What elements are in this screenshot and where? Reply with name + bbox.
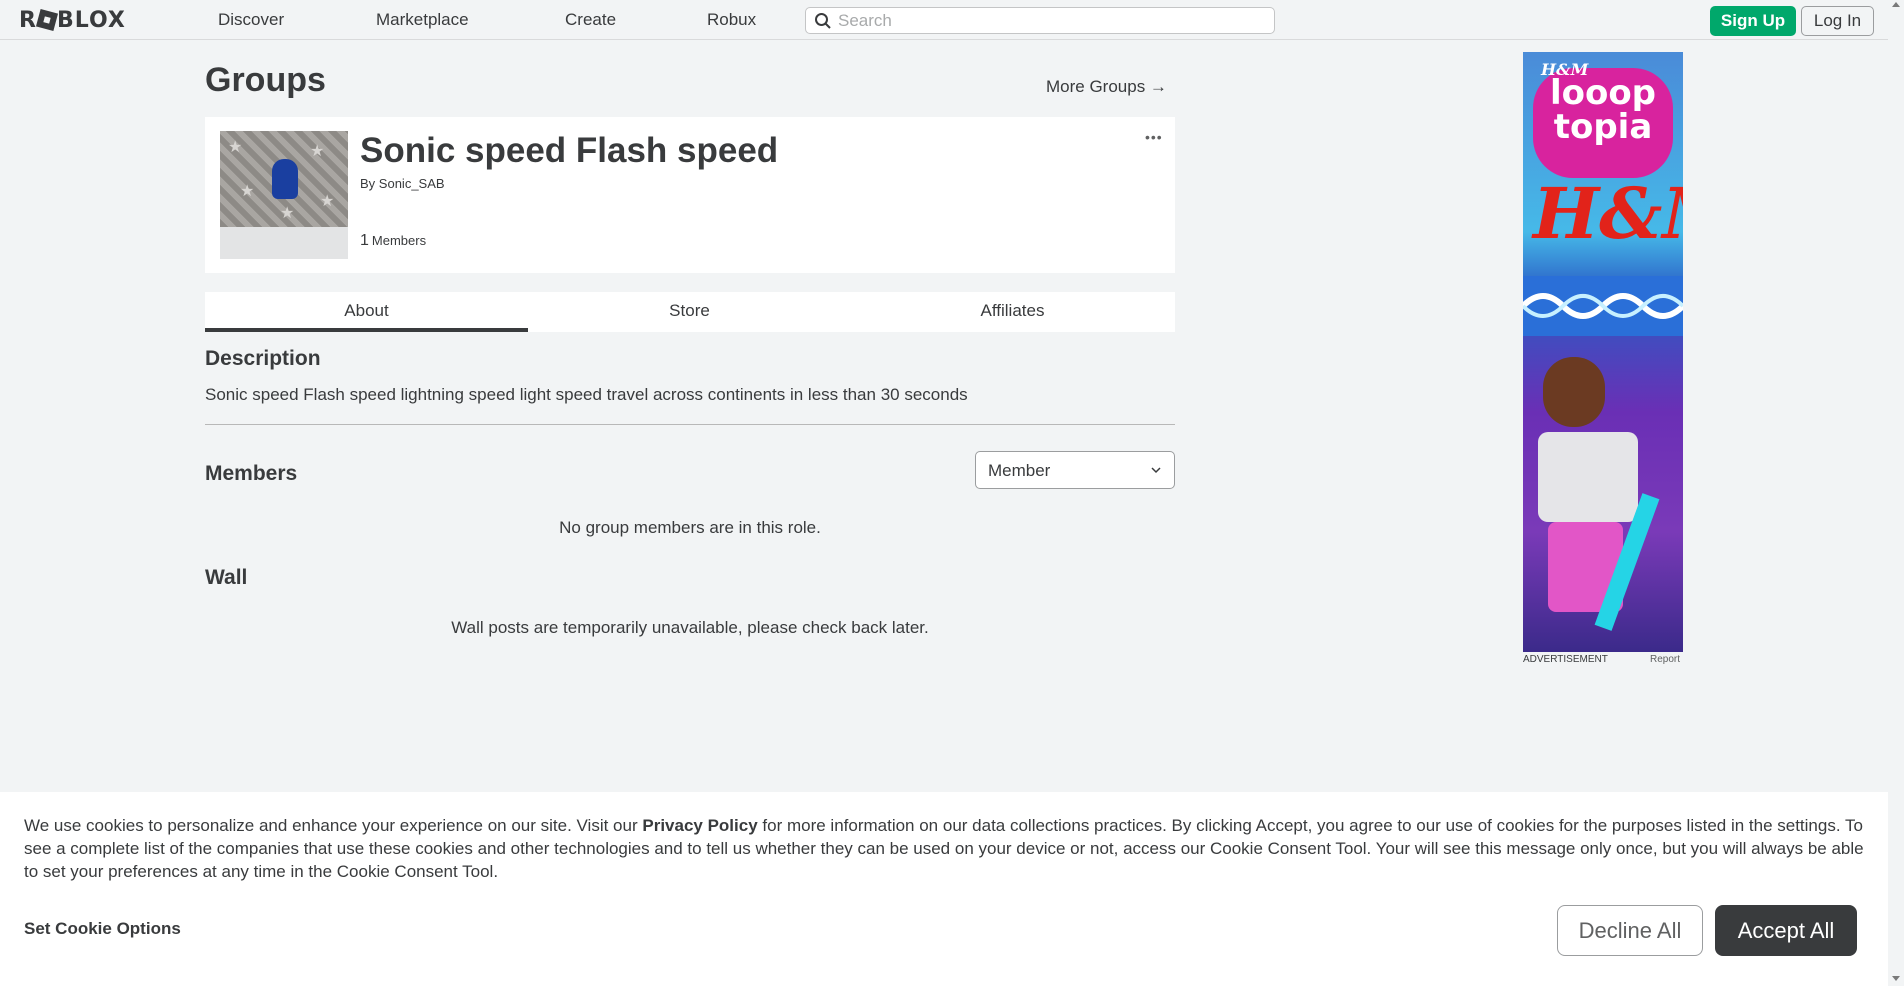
search-box [805, 7, 1275, 34]
members-title: Members [205, 462, 298, 485]
ad-label: ADVERTISEMENT [1523, 654, 1608, 665]
more-groups-link[interactable]: More Groups → [1046, 77, 1167, 97]
ad-brand-text: looop topia [1549, 73, 1657, 147]
chevron-down-icon [1151, 467, 1161, 474]
star-icon: ★ [320, 193, 335, 210]
login-button[interactable]: Log In [1801, 6, 1874, 36]
accept-all-button[interactable]: Accept All [1715, 905, 1857, 956]
nav-robux[interactable]: Robux [707, 10, 756, 30]
group-owner-line: By Sonic_SAB [360, 176, 445, 191]
group-description: Sonic speed Flash speed lightning speed … [205, 385, 968, 404]
group-header-card: ★ ★ ★ ★ ★ Sonic speed Flash speed By Son… [205, 117, 1175, 273]
member-count: 1 Members [360, 232, 426, 250]
group-tabs: About Store Affiliates [205, 292, 1175, 332]
divider [205, 424, 1175, 425]
ad-report-link[interactable]: Report [1650, 654, 1680, 665]
ad-hm-logo: H&M [1533, 172, 1683, 255]
group-owner-link[interactable]: Sonic_SAB [379, 176, 445, 191]
logo-o-icon [35, 8, 58, 32]
tab-store[interactable]: Store [528, 292, 851, 332]
members-empty-message: No group members are in this role. [559, 518, 821, 537]
star-icon: ★ [240, 183, 255, 200]
star-icon: ★ [280, 205, 295, 222]
search-input[interactable] [838, 10, 1258, 31]
by-prefix: By [360, 176, 376, 191]
ad-logo-blob: looop topia [1533, 68, 1673, 178]
role-select-value: Member [988, 461, 1051, 480]
search-icon[interactable] [814, 12, 832, 30]
ad-wave-graphic [1523, 276, 1683, 336]
member-count-value: 1 [360, 232, 369, 249]
nav-marketplace[interactable]: Marketplace [376, 10, 469, 30]
scroll-down-arrow-icon[interactable] [1892, 976, 1900, 981]
wall-empty-message: Wall posts are temporarily unavailable, … [451, 618, 929, 637]
privacy-policy-link[interactable]: Privacy Policy [642, 816, 757, 835]
role-select[interactable]: Member [975, 451, 1175, 489]
nav-discover[interactable]: Discover [218, 10, 284, 30]
scrollbar[interactable] [1888, 0, 1904, 986]
description-title: Description [205, 347, 321, 370]
ad-character-head [1543, 357, 1605, 427]
member-count-label: Members [371, 233, 427, 248]
decline-all-button[interactable]: Decline All [1557, 905, 1703, 956]
top-nav: R BLOX Discover Marketplace Create Robux … [0, 0, 1904, 40]
cookie-text-before: We use cookies to personalize and enhanc… [24, 816, 643, 835]
nav-create[interactable]: Create [565, 10, 616, 30]
ad-character-body [1538, 432, 1638, 522]
group-emblem-image: ★ ★ ★ ★ ★ [220, 131, 348, 227]
page-title: Groups [205, 61, 326, 99]
sonic-figure [272, 159, 298, 199]
roblox-logo[interactable]: R BLOX [19, 8, 126, 33]
set-cookie-options-link[interactable]: Set Cookie Options [24, 919, 181, 939]
cookie-message: We use cookies to personalize and enhanc… [24, 814, 1874, 883]
signup-button[interactable]: Sign Up [1710, 6, 1796, 36]
star-icon: ★ [228, 139, 243, 156]
wall-title: Wall [205, 566, 248, 589]
tab-affiliates[interactable]: Affiliates [851, 292, 1174, 332]
tab-about[interactable]: About [205, 292, 528, 332]
more-options-icon[interactable]: ••• [1145, 129, 1163, 145]
scroll-up-arrow-icon[interactable] [1892, 2, 1900, 7]
ad-hm-small-logo: H&M [1541, 60, 1589, 79]
star-icon: ★ [310, 143, 325, 160]
group-emblem: ★ ★ ★ ★ ★ [220, 131, 348, 259]
advertisement-banner[interactable]: looop topia H&M H&M [1523, 52, 1683, 652]
group-name: Sonic speed Flash speed [360, 131, 779, 170]
cookie-banner: We use cookies to personalize and enhanc… [0, 792, 1888, 986]
